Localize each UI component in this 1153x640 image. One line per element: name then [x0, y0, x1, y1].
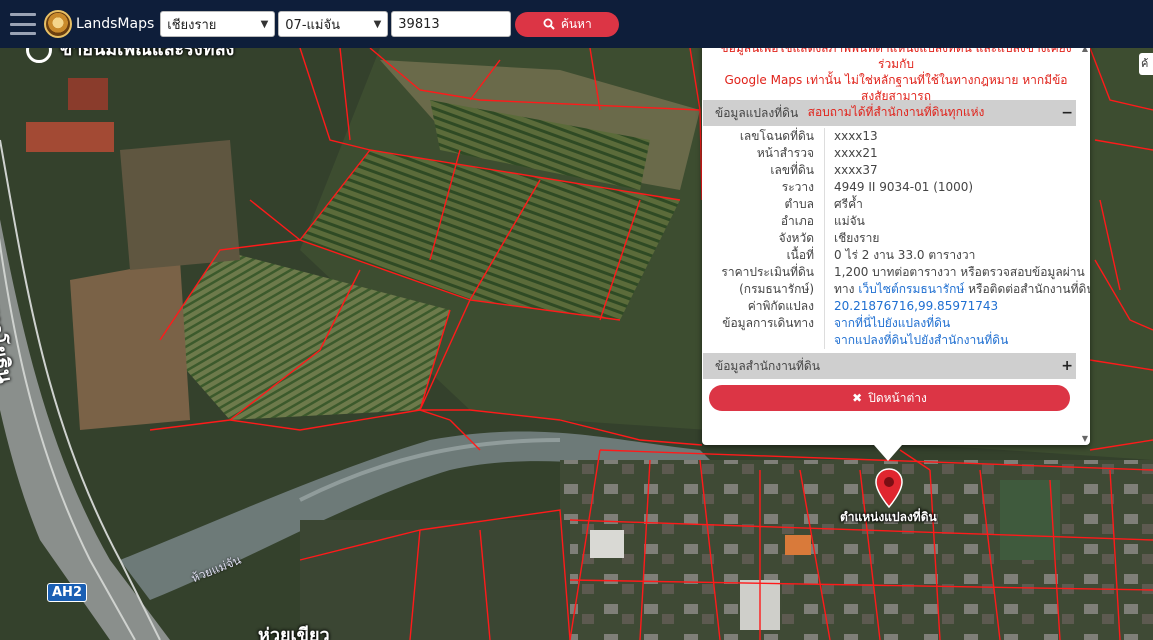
row-key: ระวาง	[703, 179, 825, 196]
place-label-bottom: ห่วยเขียว	[258, 625, 330, 640]
search-button-label: ค้นหา	[560, 16, 592, 31]
parcel-location-marker-icon[interactable]	[875, 468, 903, 508]
highway-shield: AH2	[47, 583, 87, 602]
edge-map-button[interactable]: ค้	[1139, 53, 1153, 75]
row-key: หน้าสำรวจ	[703, 145, 825, 162]
row-key: ตำบล	[703, 196, 825, 213]
menu-icon[interactable]	[10, 13, 36, 35]
district-select[interactable]: 07-แม่จัน ▼	[278, 11, 389, 37]
row-key: อำเภอ	[703, 213, 825, 230]
office-section-header[interactable]: ข้อมูลสำนักงานที่ดิน +	[703, 353, 1076, 379]
coordinate-row: ค่าพิกัดแปลง 20.21876716,99.85971743	[703, 298, 1076, 315]
route-to-parcel-link[interactable]: จากที่นี่ไปยังแปลงที่ดิน	[834, 316, 950, 330]
parcel-info-popup: ▲ ข้อมูลนี้เพื่อใช้แสดงสภาพพื้นที่ตำแหน่…	[702, 42, 1090, 445]
info-row: เนื้อที่ 0 ไร่ 2 งาน 33.0 ตารางวา	[703, 247, 1076, 264]
brand-name: LandsMaps	[76, 16, 155, 32]
route-row: ข้อมูลการเดินทาง จากที่นี่ไปยังแปลงที่ดิ…	[703, 315, 1076, 349]
search-button[interactable]: ค้นหา	[515, 11, 620, 37]
info-row: จังหวัด เชียงราย	[703, 230, 1076, 247]
appraisal-text: หรือติดต่อสำนักงานที่ดิน	[968, 282, 1090, 296]
chevron-down-icon: ▼	[260, 18, 269, 30]
row-key: เลขโฉนดที่ดิน	[703, 128, 825, 145]
appraisal-text: ทาง	[834, 282, 855, 296]
coordinate-link[interactable]: 20.21876716,99.85971743	[834, 299, 998, 313]
appraisal-key: ราคาประเมินที่ดิน	[721, 265, 814, 279]
row-value: แม่จัน	[834, 214, 865, 228]
row-key: เลขที่ดิน	[703, 162, 825, 179]
row-key: ราคาประเมินที่ดิน (กรมธนารักษ์)	[703, 264, 825, 298]
row-key: ค่าพิกัดแปลง	[703, 298, 825, 315]
row-value: xxxx13	[834, 129, 878, 143]
parcel-number-value: 39813	[398, 16, 440, 32]
row-key: จังหวัด	[703, 230, 825, 247]
info-row: ตำบล ศรีค้ำ	[703, 196, 1076, 213]
popup-pointer	[874, 445, 902, 461]
office-section-title: ข้อมูลสำนักงานที่ดิน	[715, 358, 820, 373]
info-row: เลขโฉนดที่ดิน xxxx13	[703, 128, 1076, 145]
chevron-down-icon: ▼	[373, 18, 382, 30]
province-select[interactable]: เชียงราย ▼	[160, 11, 276, 37]
row-value: 20.21876716,99.85971743	[825, 298, 998, 315]
row-value: 0 ไร่ 2 งาน 33.0 ตารางวา	[834, 248, 976, 262]
appraisal-row: ราคาประเมินที่ดิน (กรมธนารักษ์) 1,200 บาท…	[703, 264, 1090, 298]
appraisal-value: 1,200 บาทต่อตารางวา หรือตรวจสอบข้อมูลผ่า…	[834, 265, 1085, 279]
district-select-value: 07-แม่จัน	[285, 17, 340, 33]
info-row: หน้าสำรวจ xxxx21	[703, 145, 1076, 162]
row-value: 4949 II 9034-01 (1000)	[834, 180, 974, 194]
collapse-icon[interactable]: −	[1061, 105, 1073, 121]
close-window-button[interactable]: ✖ ปิดหน้าต่าง	[709, 385, 1070, 411]
search-icon	[543, 18, 555, 30]
row-value: เชียงราย	[834, 231, 880, 245]
disclaimer-text: ข้อมูลนี้เพื่อใช้แสดงสภาพพื้นที่ตำแหน่งแ…	[702, 42, 1090, 119]
appraisal-key-sub: (กรมธนารักษ์)	[739, 282, 814, 296]
province-select-value: เชียงราย	[167, 17, 217, 33]
row-value: 1,200 บาทต่อตารางวา หรือตรวจสอบข้อมูลผ่า…	[825, 264, 1090, 298]
parcel-section-title: ข้อมูลแปลงที่ดิน	[715, 105, 799, 120]
marker-label: ตำแหน่งแปลงที่ดิน	[840, 510, 937, 524]
close-icon: ✖	[852, 391, 863, 405]
row-key: ข้อมูลการเดินทาง	[703, 315, 825, 349]
info-row: ระวาง 4949 II 9034-01 (1000)	[703, 179, 1076, 196]
row-value: ศรีค้ำ	[834, 197, 863, 211]
dol-logo-icon	[44, 10, 72, 38]
info-row: อำเภอ แม่จัน	[703, 213, 1076, 230]
row-value: xxxx37	[834, 163, 878, 177]
parcel-section-body: เลขโฉนดที่ดิน xxxx13 หน้าสำรวจ xxxx21 เลขท…	[703, 126, 1090, 353]
row-value: xxxx21	[834, 146, 878, 160]
expand-icon[interactable]: +	[1061, 358, 1073, 374]
treasury-website-link[interactable]: เว็บไซต์กรมธนารักษ์	[858, 282, 964, 296]
parcel-number-input[interactable]: 39813	[391, 11, 512, 37]
scroll-down-icon[interactable]: ▼	[1082, 434, 1088, 443]
close-window-label: ปิดหน้าต่าง	[868, 390, 927, 405]
row-key: เนื้อที่	[703, 247, 825, 264]
info-row: เลขที่ดิน xxxx37	[703, 162, 1076, 179]
route-to-office-link[interactable]: จากแปลงที่ดินไปยังสำนักงานที่ดิน	[834, 333, 1008, 347]
row-value: จากที่นี่ไปยังแปลงที่ดินจากแปลงที่ดินไปย…	[825, 315, 1008, 349]
top-navbar: LandsMaps เชียงราย ▼ 07-แม่จัน ▼ 39813 ค…	[0, 0, 1153, 48]
